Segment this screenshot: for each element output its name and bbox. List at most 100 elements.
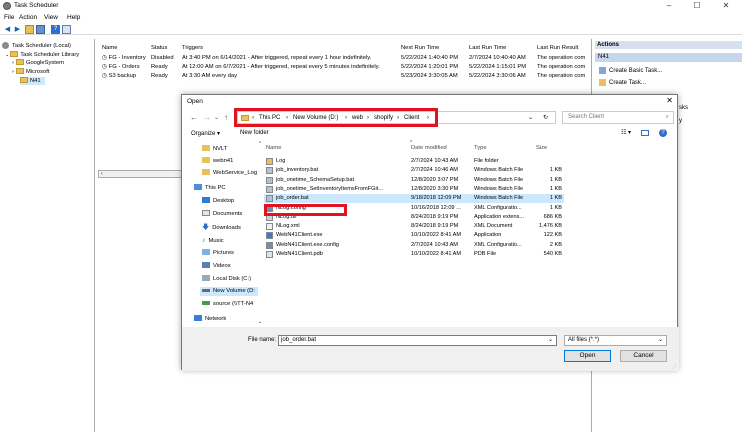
actions-selected-n41[interactable]: N41: [595, 53, 742, 62]
tree-item-n41[interactable]: N41: [20, 77, 45, 85]
scroll-left-icon[interactable]: ‹: [101, 171, 103, 177]
back-arrow-icon[interactable]: ←: [190, 113, 198, 122]
back-icon[interactable]: ◀: [3, 25, 12, 34]
file-row[interactable]: WebN41Client.pdb 10/10/2022 8:41 AM PDB Fi…: [264, 250, 564, 259]
organize-button[interactable]: Organize ▾: [191, 130, 220, 137]
nav-scrollbar[interactable]: ⌃ ⌄: [258, 141, 263, 325]
show-hide-tree-icon[interactable]: [36, 25, 45, 34]
file-name-label: File name:: [248, 337, 277, 343]
column-header-next-run[interactable]: Next Run Time: [401, 45, 439, 51]
file-date-modified: 12/8/2020 3:07 PM: [411, 176, 459, 183]
scroll-down-icon[interactable]: ⌄: [258, 319, 262, 325]
file-row[interactable]: Log 2/7/2024 10:43 AM File folder: [264, 157, 564, 166]
up-arrow-icon[interactable]: ↑: [224, 113, 228, 122]
nav-item-pictures[interactable]: Pictures: [202, 249, 234, 258]
nav-item-local-disk[interactable]: Local Disk (C:): [202, 275, 251, 284]
nav-item-source-network-drive[interactable]: source (\\TT-N4: [202, 300, 258, 309]
nav-item-documents[interactable]: Documents: [202, 210, 242, 219]
column-header-triggers[interactable]: Triggers: [182, 45, 203, 51]
column-header-size[interactable]: Size: [536, 145, 547, 151]
menu-view[interactable]: View: [44, 14, 58, 21]
nav-item-this-pc[interactable]: This PC: [194, 184, 226, 193]
actions-header: Actions: [595, 41, 742, 49]
properties-icon[interactable]: [62, 25, 71, 34]
file-type-select[interactable]: All files (*.*) ⌄: [564, 335, 667, 346]
nav-item-nvlt[interactable]: NVLT: [202, 145, 227, 154]
file-row[interactable]: job_order.bat 9/18/2018 12:09 PM Windows B…: [264, 194, 564, 204]
file-date-modified: 10/16/2018 12:09 ...: [411, 204, 461, 211]
file-row[interactable]: job_onetime_SchemaSetup.bat 12/8/2020 3:0…: [264, 176, 564, 185]
nav-item-videos[interactable]: Videos: [202, 262, 231, 271]
up-folder-icon[interactable]: [25, 25, 34, 34]
task-status: Disabled: [151, 55, 174, 61]
forward-icon[interactable]: ▶: [13, 25, 22, 34]
column-header-name[interactable]: Name: [102, 45, 117, 51]
resize-grip-icon[interactable]: ⋰: [672, 364, 677, 370]
create-task-action[interactable]: Create Task...: [599, 79, 646, 88]
help-icon[interactable]: ?: [659, 129, 667, 137]
column-header-name[interactable]: Name: [266, 145, 281, 151]
task-last-result: The operation com: [537, 64, 586, 70]
task-last-result: The operation com: [537, 55, 586, 61]
file-row[interactable]: WebN41Client.exe 10/10/2022 8:41 AM Applic…: [264, 231, 564, 240]
open-button[interactable]: Open: [564, 350, 611, 362]
menu-action[interactable]: Action: [19, 14, 37, 21]
nav-item-webservice-log[interactable]: WebService_Log: [202, 169, 257, 178]
file-name-input[interactable]: job_order.bat ⌄: [278, 335, 557, 346]
address-highlight-box: [234, 108, 438, 127]
search-input[interactable]: Search Client ⌕: [562, 111, 674, 124]
nav-item-desktop[interactable]: Desktop: [202, 197, 234, 206]
menu-help[interactable]: Help: [67, 14, 80, 21]
folder-icon: [202, 169, 210, 176]
nav-item-music[interactable]: ♪ Music: [202, 236, 224, 245]
file-row[interactable]: WebN41Client.exe.config 2/7/2024 10:43 AM…: [264, 241, 564, 250]
task-next-run: 5/22/2024 1:20:01 PM: [401, 64, 459, 70]
tree-item-microsoft[interactable]: › Microsoft: [12, 68, 49, 76]
tree-item-local[interactable]: Task Scheduler (Local): [2, 42, 71, 50]
minimize-button[interactable]: –: [657, 0, 681, 12]
nav-item-downloads[interactable]: 🡇 Downloads: [202, 223, 241, 232]
file-type: XML Configuratio...: [474, 204, 522, 211]
view-options-icon[interactable]: ☷ ▾: [621, 129, 631, 136]
file-type: Application: [474, 232, 502, 239]
nav-item-webn41[interactable]: webn41: [202, 157, 233, 166]
dialog-navigation-pane: NVLT webn41 WebService_Log This PC Deskt…: [182, 141, 258, 325]
horizontal-scrollbar[interactable]: ‹: [98, 170, 182, 178]
task-trigger: At 12:00 AM on 6/7/2021 - After triggere…: [182, 64, 380, 70]
forward-arrow-icon[interactable]: →: [203, 113, 211, 122]
recent-locations-icon[interactable]: ⌄: [214, 114, 219, 121]
action-partial-label[interactable]: y: [679, 117, 682, 126]
file-date-modified: 2/7/2024 10:43 AM: [411, 158, 458, 164]
nav-item-network[interactable]: Network: [194, 315, 226, 324]
menu-file[interactable]: File: [4, 14, 14, 21]
refresh-icon[interactable]: ↻: [543, 114, 548, 121]
file-row[interactable]: NLog.xml 8/24/2018 9:19 PM XML Document 1,4…: [264, 222, 564, 231]
column-header-status[interactable]: Status: [151, 45, 167, 51]
cancel-button[interactable]: Cancel: [620, 350, 667, 362]
column-header-last-run[interactable]: Last Run Time: [469, 45, 506, 51]
file-size: 1,476 KB: [538, 223, 562, 230]
file-row[interactable]: job_onetime_SetInventoryItemsFromFGit...…: [264, 185, 564, 194]
close-button[interactable]: ✕: [714, 0, 738, 12]
preview-pane-icon[interactable]: [641, 130, 649, 136]
pdb-file-icon: [266, 251, 273, 258]
dialog-close-button[interactable]: ✕: [666, 96, 673, 105]
column-header-date-modified[interactable]: Date modified: [411, 145, 447, 151]
file-size: 1 KB: [549, 185, 562, 192]
maximize-button[interactable]: ☐: [685, 0, 709, 12]
chevron-down-icon[interactable]: ⌄: [548, 336, 553, 345]
tree-item-googlesystem[interactable]: › GoogleSystem: [12, 59, 64, 67]
tree-item-library[interactable]: ⌄ Task Scheduler Library: [5, 51, 79, 59]
xml-file-icon: [266, 223, 273, 231]
file-row[interactable]: job_inventory.bat 2/7/2024 10:46 AM Window…: [264, 166, 564, 175]
nav-item-new-volume[interactable]: New Volume (D:: [200, 287, 258, 296]
scroll-up-icon[interactable]: ⌃: [258, 141, 262, 147]
new-folder-button[interactable]: New folder: [240, 130, 269, 136]
create-basic-task-action[interactable]: Create Basic Task...: [599, 67, 662, 76]
column-header-last-result[interactable]: Last Run Result: [537, 45, 578, 51]
help-icon[interactable]: ?: [51, 25, 60, 34]
column-header-type[interactable]: Type: [474, 145, 487, 151]
file-name: Log: [276, 158, 286, 164]
chevron-down-icon[interactable]: ⌄: [528, 114, 533, 121]
action-partial-label[interactable]: sks: [679, 104, 688, 113]
